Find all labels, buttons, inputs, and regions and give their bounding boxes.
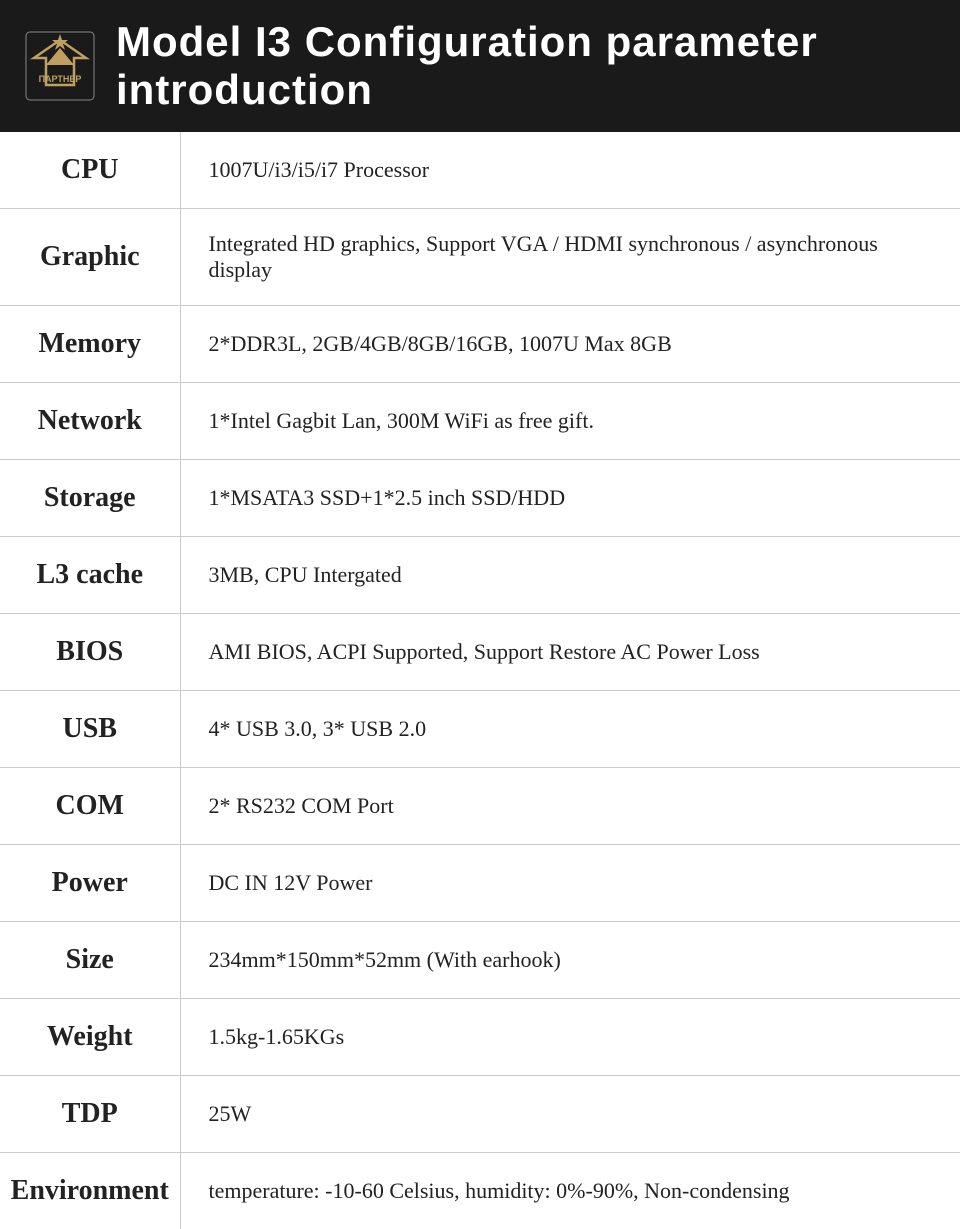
table-row: Storage1*MSATA3 SSD+1*2.5 inch SSD/HDD — [0, 460, 960, 537]
table-row: COM2* RS232 COM Port — [0, 768, 960, 845]
table-row: PowerDC IN 12V Power — [0, 845, 960, 922]
spec-value: temperature: -10-60 Celsius, humidity: 0… — [180, 1153, 960, 1229]
spec-value: 3MB, CPU Intergated — [180, 537, 960, 614]
table-row: TDP25W — [0, 1076, 960, 1153]
page-title: Model I3 Configuration parameter introdu… — [116, 18, 936, 114]
spec-label: TDP — [0, 1076, 180, 1153]
spec-value: 2* RS232 COM Port — [180, 768, 960, 845]
spec-label: USB — [0, 691, 180, 768]
spec-value: 1*MSATA3 SSD+1*2.5 inch SSD/HDD — [180, 460, 960, 537]
table-row: Size234mm*150mm*52mm (With earhook) — [0, 922, 960, 999]
table-row: USB4* USB 3.0, 3* USB 2.0 — [0, 691, 960, 768]
spec-value: 4* USB 3.0, 3* USB 2.0 — [180, 691, 960, 768]
spec-value: 1007U/i3/i5/i7 Processor — [180, 132, 960, 209]
table-row: Memory2*DDR3L, 2GB/4GB/8GB/16GB, 1007U M… — [0, 306, 960, 383]
spec-label: Storage — [0, 460, 180, 537]
spec-value: 1*Intel Gagbit Lan, 300M WiFi as free gi… — [180, 383, 960, 460]
spec-value: 2*DDR3L, 2GB/4GB/8GB/16GB, 1007U Max 8GB — [180, 306, 960, 383]
table-row: Weight1.5kg-1.65KGs — [0, 999, 960, 1076]
table-row: L3 cache3MB, CPU Intergated — [0, 537, 960, 614]
spec-value: 234mm*150mm*52mm (With earhook) — [180, 922, 960, 999]
logo: ПАРТНЕР — [24, 30, 96, 102]
spec-label: BIOS — [0, 614, 180, 691]
specs-table: CPU1007U/i3/i5/i7 ProcessorGraphicIntegr… — [0, 132, 960, 1229]
table-row: CPU1007U/i3/i5/i7 Processor — [0, 132, 960, 209]
table-row: Network1*Intel Gagbit Lan, 300M WiFi as … — [0, 383, 960, 460]
spec-label: COM — [0, 768, 180, 845]
spec-value: AMI BIOS, ACPI Supported, Support Restor… — [180, 614, 960, 691]
page-header: ПАРТНЕР Model I3 Configuration parameter… — [0, 0, 960, 132]
spec-label: Graphic — [0, 209, 180, 306]
spec-label: Weight — [0, 999, 180, 1076]
spec-value: 1.5kg-1.65KGs — [180, 999, 960, 1076]
table-row: GraphicIntegrated HD graphics, Support V… — [0, 209, 960, 306]
spec-value: Integrated HD graphics, Support VGA / HD… — [180, 209, 960, 306]
spec-value: DC IN 12V Power — [180, 845, 960, 922]
spec-label: L3 cache — [0, 537, 180, 614]
spec-label: Memory — [0, 306, 180, 383]
spec-label: Network — [0, 383, 180, 460]
spec-label: Power — [0, 845, 180, 922]
table-row: BIOSAMI BIOS, ACPI Supported, Support Re… — [0, 614, 960, 691]
spec-label: Environment — [0, 1153, 180, 1229]
spec-label: Size — [0, 922, 180, 999]
svg-text:ПАРТНЕР: ПАРТНЕР — [39, 74, 82, 84]
spec-label: CPU — [0, 132, 180, 209]
table-row: Environmenttemperature: -10-60 Celsius, … — [0, 1153, 960, 1229]
spec-value: 25W — [180, 1076, 960, 1153]
